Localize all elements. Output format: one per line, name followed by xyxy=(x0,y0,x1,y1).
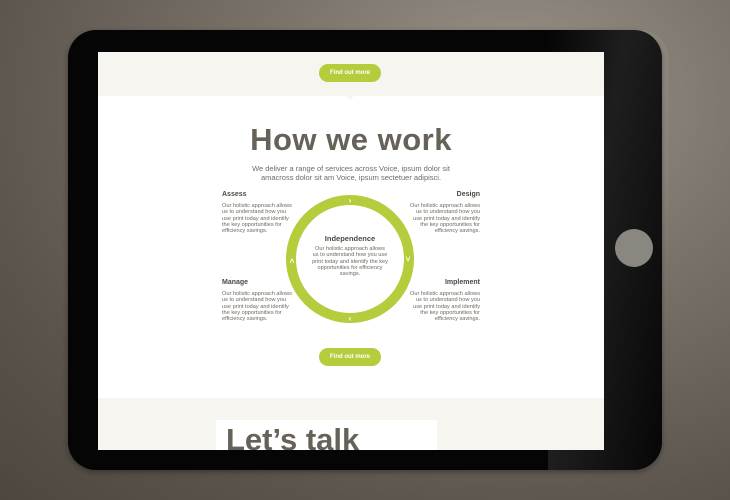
section-notch xyxy=(346,96,354,100)
independence-text: Our holistic approach allows us to under… xyxy=(312,246,388,278)
chevron-right-icon: › xyxy=(348,196,352,205)
design-title: Design xyxy=(456,191,480,198)
design-text: Our holistic approach allows us to under… xyxy=(410,203,480,235)
tablet-screen: Find out more How we work We deliver a r… xyxy=(98,52,604,450)
lets-talk-heading: Let’s talk xyxy=(226,422,360,450)
manage-text: Our holistic approach allows us to under… xyxy=(222,291,292,323)
implement-text: Our holistic approach allows us to under… xyxy=(410,291,480,323)
independence-title: Independence xyxy=(324,234,376,243)
manage-title: Manage xyxy=(222,279,249,286)
lets-talk-card: Let’s talk xyxy=(216,420,437,450)
tablet-home-button[interactable] xyxy=(615,229,653,267)
find-out-more-button-bottom[interactable]: Find out more xyxy=(319,348,381,366)
implement-title: Implement xyxy=(444,279,480,286)
chevron-down-icon: ˅ xyxy=(405,255,411,264)
find-out-more-button-top[interactable]: Find out more xyxy=(319,64,381,82)
intro-text: We deliver a range of services across Vo… xyxy=(252,164,450,182)
chevron-up-icon: ˄ xyxy=(289,257,295,266)
assess-text: Our holistic approach allows us to under… xyxy=(222,203,292,235)
assess-title: Assess xyxy=(222,191,247,198)
page-title: How we work xyxy=(250,122,452,157)
chevron-left-icon: ‹ xyxy=(348,314,352,323)
